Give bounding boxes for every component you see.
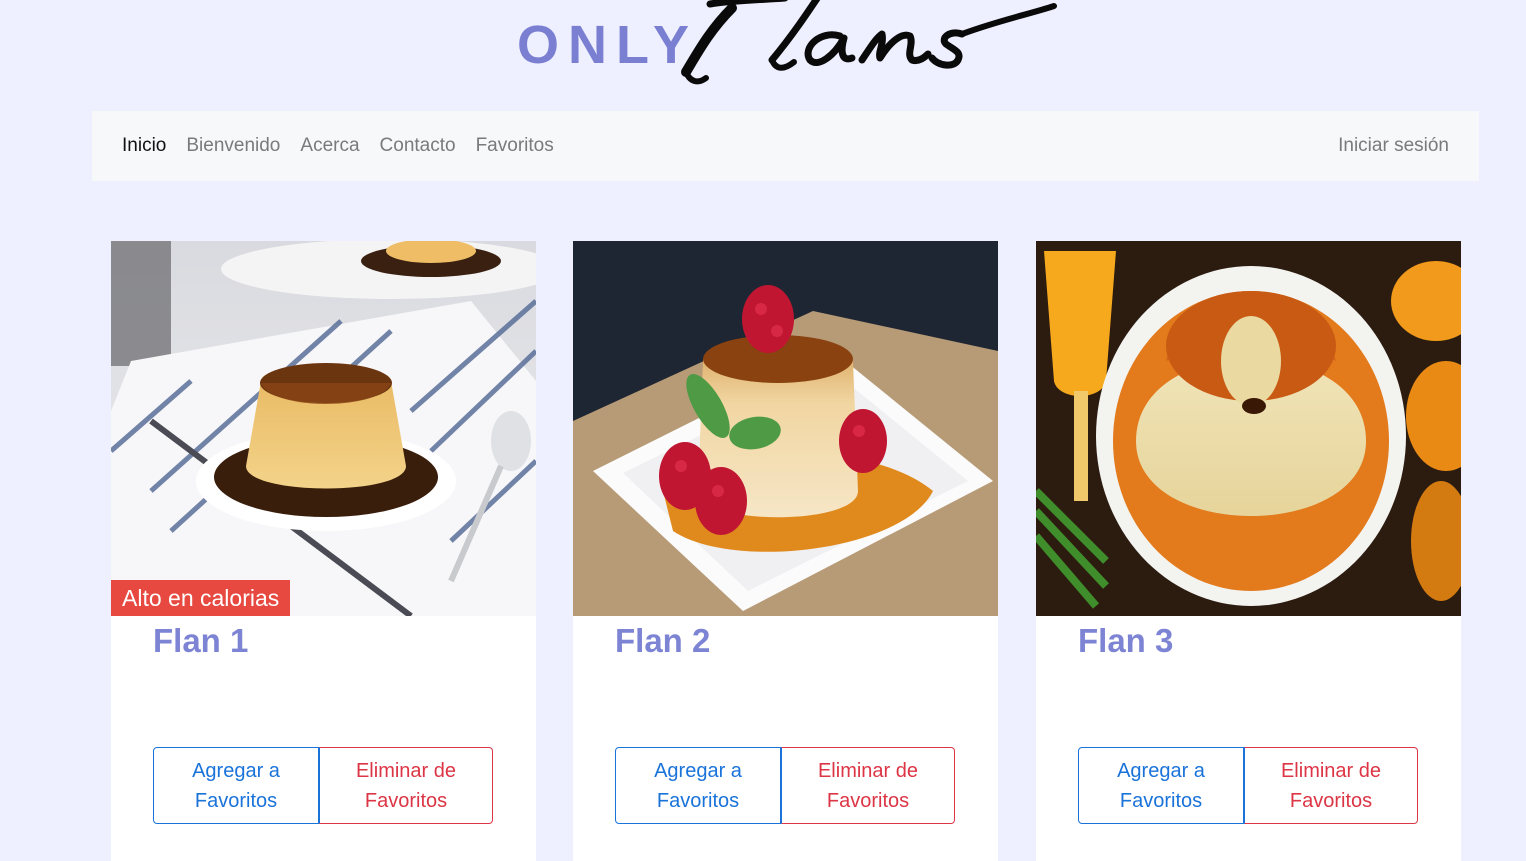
- flan-card: Flan 2 Agregar a Favoritos Eliminar de F…: [573, 241, 998, 861]
- remove-from-favorites-button[interactable]: Eliminar de Favoritos: [781, 747, 955, 824]
- remove-from-favorites-button[interactable]: Eliminar de Favoritos: [319, 747, 493, 824]
- add-to-favorites-button[interactable]: Agregar a Favoritos: [615, 747, 781, 824]
- card-title: Flan 1: [153, 622, 249, 659]
- favorites-button-group: Agregar a Favoritos Eliminar de Favorito…: [615, 747, 955, 824]
- nav-link-acerca[interactable]: Acerca: [300, 135, 359, 157]
- flan-image: [573, 241, 998, 616]
- flan-3-photo: [1036, 241, 1461, 616]
- nav-link-contacto[interactable]: Contacto: [380, 135, 456, 157]
- add-to-favorites-label: Agregar a Favoritos: [1117, 759, 1205, 812]
- add-to-favorites-label: Agregar a Favoritos: [192, 759, 280, 812]
- remove-from-favorites-label: Eliminar de Favoritos: [817, 759, 919, 812]
- calorie-badge: Alto en calorias: [111, 580, 291, 616]
- logo-script-wordmark: [681, 0, 1057, 85]
- flan-image: [1036, 241, 1461, 616]
- nav-links: Inicio Bienvenido Acerca Contacto Favori…: [122, 111, 574, 181]
- flan-card: Alto en calorias Flan 1 Agregar a Favori…: [111, 241, 536, 861]
- flan-image: [111, 241, 536, 616]
- flan-card: Flan 3 Agregar a Favoritos Eliminar de F…: [1036, 241, 1461, 861]
- flan-1-photo: [111, 241, 536, 616]
- main-navbar: Inicio Bienvenido Acerca Contacto Favori…: [92, 111, 1479, 181]
- card-title: Flan 2: [615, 622, 711, 659]
- favorites-button-group: Agregar a Favoritos Eliminar de Favorito…: [1078, 747, 1418, 824]
- flan-card-grid: Alto en calorias Flan 1 Agregar a Favori…: [111, 241, 1461, 861]
- flan-2-photo: [573, 241, 998, 616]
- nav-link-bienvenido[interactable]: Bienvenido: [186, 135, 280, 157]
- remove-from-favorites-label: Eliminar de Favoritos: [1280, 759, 1382, 812]
- site-logo[interactable]: ONLY: [510, 0, 1070, 100]
- nav-link-favoritos[interactable]: Favoritos: [476, 135, 554, 157]
- remove-from-favorites-label: Eliminar de Favoritos: [355, 759, 457, 812]
- add-to-favorites-label: Agregar a Favoritos: [654, 759, 742, 812]
- login-link[interactable]: Iniciar sesión: [1338, 111, 1449, 181]
- add-to-favorites-button[interactable]: Agregar a Favoritos: [153, 747, 319, 824]
- favorites-button-group: Agregar a Favoritos Eliminar de Favorito…: [153, 747, 493, 824]
- card-title: Flan 3: [1078, 622, 1174, 659]
- remove-from-favorites-button[interactable]: Eliminar de Favoritos: [1244, 747, 1418, 824]
- add-to-favorites-button[interactable]: Agregar a Favoritos: [1078, 747, 1244, 824]
- nav-link-inicio[interactable]: Inicio: [122, 135, 166, 157]
